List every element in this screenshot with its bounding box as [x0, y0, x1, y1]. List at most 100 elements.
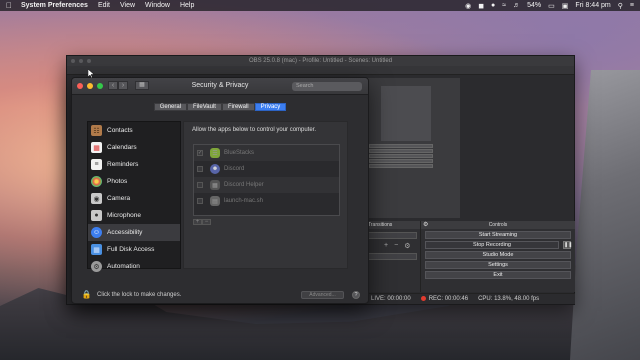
obs-toolbar — [67, 66, 574, 75]
tab-filevault[interactable]: FileVault — [187, 103, 222, 111]
remove-icon[interactable]: − — [394, 242, 398, 250]
sidebar-item-label: Contacts — [107, 127, 133, 134]
microphone-icon: ● — [91, 210, 102, 221]
obs-preview-rows — [369, 144, 433, 169]
sidebar-item-full-disk-access[interactable]: ▦ Full Disk Access — [88, 241, 180, 258]
exit-button[interactable]: Exit — [425, 271, 571, 279]
search-input[interactable]: Search — [292, 82, 362, 91]
sidebar-item-label: Calendars — [107, 144, 137, 151]
obs-preview[interactable] — [367, 78, 460, 218]
security-privacy-window: ‹ › ▦ Security & Privacy Search General … — [71, 77, 369, 304]
tab-privacy[interactable]: Privacy — [254, 103, 287, 111]
photos-icon — [91, 176, 102, 187]
app-row-discord-helper[interactable]: ▦ Discord Helper — [194, 177, 339, 193]
battery-percent[interactable]: 54% — [527, 2, 541, 9]
obs-controls-header: ⚙ Controls — [421, 221, 575, 229]
app-checkbox[interactable] — [197, 166, 203, 172]
app-name: launch-mac.sh — [224, 198, 264, 204]
sidebar-item-contacts[interactable]: ☷ Contacts — [88, 122, 180, 139]
sidebar-item-calendars[interactable]: ▦ Calendars — [88, 139, 180, 156]
sidebar-item-label: Full Disk Access — [107, 246, 155, 253]
obs-controls-title: Controls — [488, 222, 508, 228]
app-checkbox[interactable]: ✓ — [197, 150, 203, 156]
record-icon[interactable]: ● — [491, 2, 495, 9]
add-app-button[interactable]: + — [193, 219, 202, 225]
lock-icon[interactable]: 🔒 — [82, 290, 92, 299]
app-row-bluestacks[interactable]: ✓ ☰ BlueStacks — [194, 145, 339, 161]
stop-recording-button[interactable]: Stop Recording — [425, 241, 559, 249]
wifi-icon[interactable]: ≈ — [502, 2, 506, 9]
pause-icon[interactable]: ❚❚ — [563, 241, 572, 249]
sidebar-item-label: Camera — [107, 195, 131, 202]
obs-status-icon[interactable]: ◉ — [465, 2, 471, 10]
sp-title-bar[interactable]: ‹ › ▦ Security & Privacy Search — [72, 78, 368, 95]
settings-button[interactable]: Settings — [425, 261, 571, 269]
menu-window[interactable]: Window — [145, 2, 170, 9]
sp-footer: 🔒 Click the lock to make changes. Advanc… — [82, 290, 360, 299]
app-generic-icon: ▦ — [210, 180, 220, 190]
battery-icon[interactable]: ▭ — [548, 2, 555, 10]
clock[interactable]: Fri 8:44 pm — [575, 2, 610, 9]
lock-text: Click the lock to make changes. — [97, 291, 182, 298]
menu-app-name[interactable]: System Preferences — [21, 2, 88, 9]
recording-row: Stop Recording ❚❚ — [421, 239, 572, 249]
tab-firewall[interactable]: Firewall — [221, 103, 255, 111]
camera-icon: ◉ — [91, 193, 102, 204]
notification-center-icon[interactable]: ≡ — [630, 2, 634, 9]
volume-icon[interactable]: ♬ — [513, 2, 520, 9]
input-source-icon[interactable]: ▣ — [562, 2, 569, 10]
sidebar-item-photos[interactable]: Photos — [88, 173, 180, 190]
panel-description: Allow the apps below to control your com… — [192, 127, 317, 133]
sidebar-item-label: Automation — [107, 263, 140, 270]
app-list: ✓ ☰ BlueStacks ☻ Discord ▦ Discord Helpe… — [193, 144, 340, 216]
sidebar-item-reminders[interactable]: ≡ Reminders — [88, 156, 180, 173]
advanced-button[interactable]: Advanced... — [301, 290, 344, 299]
sidebar-item-label: Photos — [107, 178, 128, 185]
obs-duration-select[interactable] — [367, 253, 417, 260]
start-streaming-button[interactable]: Start Streaming — [425, 231, 571, 239]
gear-icon[interactable]: ⚙ — [404, 242, 410, 250]
sidebar-item-camera[interactable]: ◉ Camera — [88, 190, 180, 207]
script-file-icon: ▤ — [210, 196, 220, 206]
app-checkbox[interactable] — [197, 198, 203, 204]
status-area: ◉ ◼ ● ≈ ♬ 54% ▭ ▣ Fri 8:44 pm ⚲ ≡ — [465, 2, 634, 10]
accessibility-panel: Allow the apps below to control your com… — [183, 121, 348, 269]
menu-edit[interactable]: Edit — [98, 2, 110, 9]
menu-bar:  System Preferences Edit View Window He… — [0, 0, 640, 11]
sidebar-item-label: Reminders — [107, 161, 139, 168]
menu-view[interactable]: View — [120, 2, 135, 9]
sidebar-item-microphone[interactable]: ● Microphone — [88, 207, 180, 224]
rec-timer: REC: 00:00:46 — [428, 296, 469, 303]
cpu-stats: CPU: 13.8%, 48.00 fps — [478, 296, 540, 302]
help-button[interactable]: ? — [352, 290, 360, 299]
live-timer: LIVE: 00:00:00 — [371, 296, 411, 302]
studio-mode-button[interactable]: Studio Mode — [425, 251, 571, 259]
app-row-discord[interactable]: ☻ Discord — [194, 161, 339, 177]
record-dot-icon — [420, 295, 426, 301]
obs-window-controls — [71, 59, 91, 63]
obs-transition-select[interactable] — [367, 232, 417, 239]
app-checkbox[interactable] — [197, 182, 203, 188]
wallpaper-cliff — [570, 70, 640, 360]
tab-general[interactable]: General — [153, 103, 188, 111]
remove-app-button[interactable]: − — [202, 219, 211, 225]
accessibility-icon: ☺ — [91, 227, 102, 238]
discord-icon: ☻ — [210, 164, 220, 174]
bluestacks-icon: ☰ — [210, 148, 220, 158]
obs-transitions-panel: Transitions + − ⚙ — [364, 221, 421, 292]
folder-icon: ▦ — [91, 244, 102, 255]
spotlight-icon[interactable]: ⚲ — [618, 2, 623, 10]
contacts-icon: ☷ — [91, 125, 102, 136]
apple-icon[interactable]:  — [6, 1, 15, 10]
app-name: Discord Helper — [224, 182, 264, 188]
sidebar-item-accessibility[interactable]: ☺ Accessibility — [88, 224, 180, 241]
add-icon[interactable]: + — [384, 242, 388, 250]
menu-help[interactable]: Help — [180, 2, 194, 9]
dropbox-icon[interactable]: ◼ — [478, 2, 484, 10]
sidebar-item-automation[interactable]: ⚙ Automation — [88, 258, 180, 275]
gear-icon: ⚙ — [91, 261, 102, 272]
calendar-icon: ▦ — [91, 142, 102, 153]
sidebar-item-label: Microphone — [107, 212, 141, 219]
dock-gear-icon[interactable]: ⚙ — [423, 221, 428, 229]
app-row-launch-mac[interactable]: ▤ launch-mac.sh — [194, 193, 339, 209]
